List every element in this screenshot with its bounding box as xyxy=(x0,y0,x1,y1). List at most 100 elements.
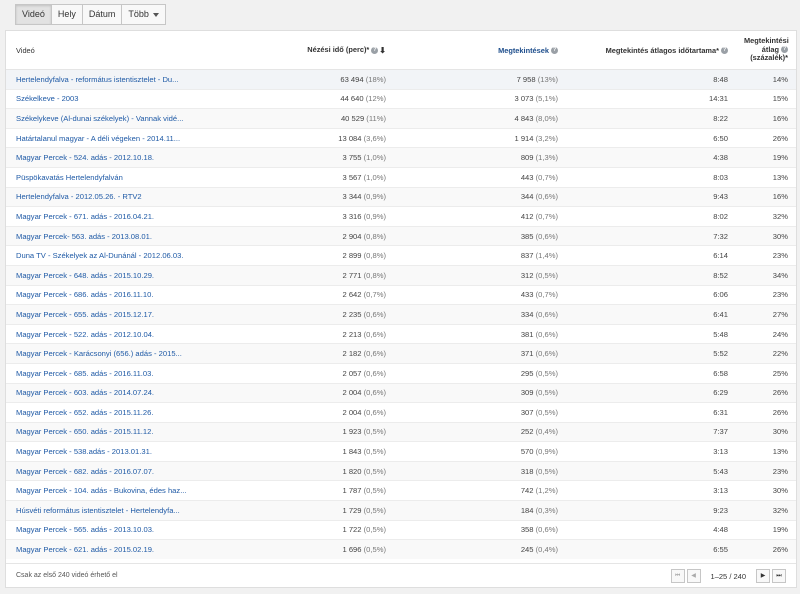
watch-time-value: 1 820 xyxy=(342,466,362,476)
watch-time-cell: 2 642 (0,7%) xyxy=(276,284,394,305)
first-page-button[interactable]: ⏮ xyxy=(670,569,685,583)
avg-percentage-cell: 16% xyxy=(736,108,796,129)
watch-time-share: (0,5%) xyxy=(363,525,386,535)
help-icon[interactable]: ? xyxy=(721,47,728,55)
watch-time-cell: 13 084 (3,6%) xyxy=(276,127,394,148)
video-title-link[interactable]: Magyar Percek - 671. adás - 2016.04.21. xyxy=(6,206,276,227)
avg-duration-cell: 8:52 xyxy=(566,264,736,286)
video-title-link[interactable]: Magyar Percek - 650. adás - 2015.11.12. xyxy=(6,421,276,442)
video-title-link[interactable]: Magyar Percek - 603. adás - 2014.07.24. xyxy=(6,382,276,403)
views-value: 837 xyxy=(520,251,534,261)
video-title-link[interactable]: Magyar Percek - 538.adás - 2013.01.31. xyxy=(6,441,276,462)
avg-duration-cell: 3:13 xyxy=(566,441,736,462)
views-cell: 837 (1,4%) xyxy=(394,245,566,266)
col-header-watch-time-label: Nézési idő (perc)* xyxy=(307,45,370,55)
watch-time-cell: 2 057 (0,6%) xyxy=(276,362,394,383)
table-row: Székelykeve (Al-dunai székelyek) - Vanna… xyxy=(6,108,796,129)
tab-location[interactable]: Hely xyxy=(50,4,83,25)
views-cell: 334 (0,6%) xyxy=(394,304,566,325)
availability-note: Csak az első 240 videó érhető el xyxy=(16,572,118,579)
views-value: 307 xyxy=(520,407,534,417)
video-title-link[interactable]: Székelkeve - 2003 xyxy=(6,88,276,109)
views-cell: 809 (1,3%) xyxy=(394,147,566,168)
views-share: (0,3%) xyxy=(535,505,558,515)
video-title-link[interactable]: Székelykeve (Al-dunai székelyek) - Vanna… xyxy=(6,108,276,129)
watch-time-value: 2 235 xyxy=(342,309,362,319)
col-header-avg-percentage[interactable]: Megtekintési átlag? (százalék)* xyxy=(736,31,796,70)
views-share: (0,5%) xyxy=(535,270,558,280)
views-value: 344 xyxy=(520,192,534,202)
help-icon[interactable]: ? xyxy=(781,46,788,54)
video-title-link[interactable]: Magyar Percek - 648. adás - 2015.10.29. xyxy=(6,264,276,286)
avg-duration-cell: 6:29 xyxy=(566,382,736,403)
video-title-link[interactable]: Magyar Percek - 682. adás - 2016.07.07. xyxy=(6,460,276,481)
watch-time-cell: 2 004 (0,6%) xyxy=(276,382,394,403)
views-value: 1 914 xyxy=(514,133,534,143)
video-title-link[interactable]: Magyar Percek - 685. adás - 2016.11.03. xyxy=(6,362,276,383)
views-share: (0,6%) xyxy=(535,349,558,359)
views-value: 295 xyxy=(520,368,534,378)
help-icon[interactable]: ? xyxy=(551,47,558,55)
views-share: (0,5%) xyxy=(535,407,558,417)
last-page-button[interactable]: ⏭ xyxy=(772,569,786,583)
video-title-link[interactable]: Magyar Percek - 565. adás - 2013.10.03. xyxy=(6,519,276,540)
video-title-link[interactable]: Püspökavatás Hertelendyfalván xyxy=(6,166,276,188)
video-title-link[interactable]: Magyar Percek - 652. adás - 2015.11.26. xyxy=(6,402,276,423)
watch-time-value: 3 567 xyxy=(342,172,362,182)
watch-time-value: 2 057 xyxy=(342,368,362,378)
watch-time-share: (0,7%) xyxy=(363,290,386,300)
views-cell: 1 914 (3,2%) xyxy=(394,127,566,148)
video-title-link[interactable]: Magyar Percek - 621. adás - 2015.02.19. xyxy=(6,539,276,559)
views-value: 385 xyxy=(520,231,534,241)
watch-time-share: (3,6%) xyxy=(363,133,386,143)
table-body: Hertelendyfalva - református istentiszte… xyxy=(6,69,796,559)
video-title-link[interactable]: Magyar Percek - 524. adás - 2012.10.18. xyxy=(6,147,276,168)
video-title-link[interactable]: Magyar Percek- 563. adás - 2013.08.01. xyxy=(6,225,276,246)
video-title-link[interactable]: Magyar Percek - 655. adás - 2015.12.17. xyxy=(6,304,276,325)
views-cell: 252 (0,4%) xyxy=(394,421,566,442)
views-value: 7 958 xyxy=(516,74,536,84)
views-value: 252 xyxy=(520,427,534,437)
table-row: Magyar Percek - 648. adás - 2015.10.29. 2… xyxy=(6,264,796,286)
col-header-avg-duration[interactable]: Megtekintés átlagos időtartama*? xyxy=(566,31,736,70)
col-header-views[interactable]: Megtekintések? xyxy=(394,31,566,70)
watch-time-value: 2 771 xyxy=(342,270,362,280)
watch-time-value: 13 084 xyxy=(338,133,362,143)
watch-time-share: (1,0%) xyxy=(363,172,386,182)
views-share: (0,7%) xyxy=(535,172,558,182)
watch-time-cell: 1 787 (0,5%) xyxy=(276,480,394,501)
video-title-link[interactable]: Magyar Percek - 686. adás - 2016.11.10. xyxy=(6,284,276,305)
video-title-link[interactable]: Duna TV - Székelyek az Al-Dunánál - 2012… xyxy=(6,245,276,266)
video-title-link[interactable]: Hertelendyfalva - 2012.05.26. - RTV2 xyxy=(6,186,276,207)
video-title-link[interactable]: Magyar Percek - 522. adás - 2012.10.04. xyxy=(6,323,276,344)
watch-time-value: 40 529 xyxy=(340,113,365,123)
avg-percentage-cell: 24% xyxy=(736,323,796,344)
views-cell: 381 (0,6%) xyxy=(394,323,566,344)
help-icon[interactable]: ? xyxy=(371,46,379,54)
watch-time-share: (0,5%) xyxy=(363,486,386,496)
views-cell: 443 (0,7%) xyxy=(394,166,566,188)
col-header-watch-time[interactable]: Nézési idő (perc)*? ⬇ xyxy=(276,31,394,70)
next-page-button[interactable]: ▶ xyxy=(756,569,770,583)
watch-time-share: (0,5%) xyxy=(363,505,386,515)
avg-percentage-cell: 26% xyxy=(736,539,796,559)
video-title-link[interactable]: Hertelendyfalva - református istentiszte… xyxy=(6,69,276,90)
tab-video[interactable]: Videó xyxy=(15,4,52,25)
views-cell: 3 073 (5,1%) xyxy=(394,88,566,109)
video-title-link[interactable]: Magyar Percek - 104. adás - Bukovina, éd… xyxy=(6,480,276,501)
views-value: 184 xyxy=(520,505,534,515)
views-share: (0,7%) xyxy=(535,211,558,221)
table-row: Határtalanul magyar - A déli végeken - 2… xyxy=(6,127,796,148)
table-row: Magyar Percek - 652. adás - 2015.11.26. 2… xyxy=(6,402,796,423)
prev-page-button[interactable]: ◀ xyxy=(686,569,701,583)
table-row: Magyar Percek - Karácsonyi (656.) adás -… xyxy=(6,343,796,364)
tab-more[interactable]: Több xyxy=(121,4,166,25)
avg-duration-cell: 3:13 xyxy=(566,480,736,501)
tab-date[interactable]: Dátum xyxy=(81,4,123,25)
watch-time-value: 3 344 xyxy=(342,192,362,202)
table-row: Püspökavatás Hertelendyfalván 3 567 (1,0%… xyxy=(6,166,796,188)
watch-time-share: (0,6%) xyxy=(363,368,386,378)
video-title-link[interactable]: Húsvéti református istentisztelet - Hert… xyxy=(6,500,276,521)
video-title-link[interactable]: Határtalanul magyar - A déli végeken - 2… xyxy=(6,127,276,148)
video-title-link[interactable]: Magyar Percek - Karácsonyi (656.) adás -… xyxy=(6,343,276,364)
